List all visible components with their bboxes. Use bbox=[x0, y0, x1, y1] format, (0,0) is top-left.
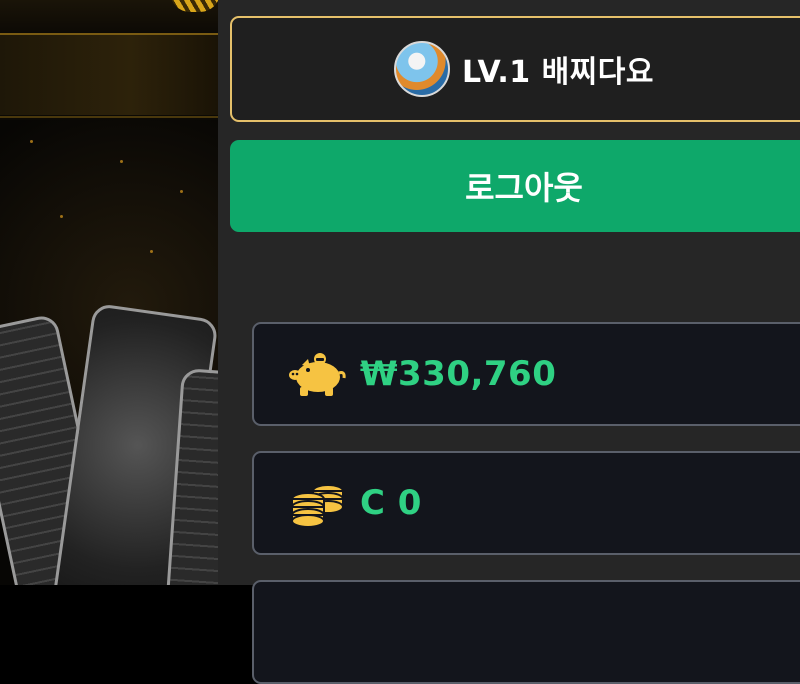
divider bbox=[0, 116, 218, 118]
money-balance-card[interactable]: ₩330,760 bbox=[252, 322, 800, 426]
coin-balance-card[interactable]: C 0 bbox=[252, 451, 800, 555]
promo-image bbox=[0, 120, 218, 585]
background-banner bbox=[0, 35, 218, 115]
coin-stack-icon bbox=[288, 477, 346, 529]
logout-button[interactable]: 로그아웃 bbox=[230, 140, 800, 232]
piggy-bank-icon bbox=[288, 348, 346, 400]
background-page bbox=[0, 0, 218, 585]
money-balance-value: ₩330,760 bbox=[360, 354, 557, 394]
user-drawer: LV.1 배찌다요 로그아웃 ₩330,760 C 0 bbox=[218, 0, 800, 684]
coin-balance-value: C 0 bbox=[360, 483, 422, 523]
profile-name: LV.1 배찌다요 bbox=[462, 55, 654, 90]
profile-card[interactable]: LV.1 배찌다요 bbox=[230, 16, 800, 122]
partial-card[interactable] bbox=[252, 580, 800, 684]
avatar bbox=[394, 41, 451, 97]
